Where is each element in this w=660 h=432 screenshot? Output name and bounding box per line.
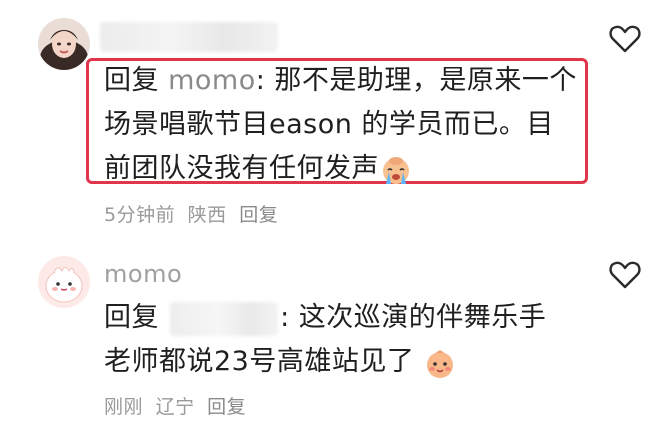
username-redacted [100,22,278,52]
comment-line: 老师都说23号高雄站见了 [104,346,415,377]
location: 陕西 [187,204,227,226]
reply-prefix: 回复 [104,65,159,96]
timestamp: 5分钟前 [104,204,176,226]
timestamp: 刚刚 [104,396,144,418]
smiling-face-emoji [427,350,454,378]
reply-prefix: 回复 [104,302,159,333]
reply-button[interactable]: 回复 [239,204,278,226]
heart-icon[interactable] [608,258,642,292]
reply-to-user[interactable]: momo [168,65,256,96]
avatar[interactable] [38,256,90,308]
heart-icon[interactable] [608,22,642,56]
comment-text: 回复 : 这次巡演的伴舞乐手 老师都说23号高雄站见了 [104,296,594,384]
location: 辽宁 [155,396,195,418]
comment-line: 场景唱歌节目eason 的学员而已。目 [104,109,554,140]
comment-meta: 刚刚 辽宁 回复 [104,392,252,419]
username[interactable]: momo [104,260,182,288]
avatar[interactable] [38,18,90,70]
comment-line: 前团队没我有任何发声 [104,153,379,184]
crying-face-emoji [383,156,409,184]
reply-to-user-redacted[interactable] [170,301,279,336]
reply-button[interactable]: 回复 [207,396,246,418]
comment-line: : 那不是助理，是原来一个 [255,65,577,96]
comment-line: : 这次巡演的伴舞乐手 [280,302,547,333]
comment-meta: 5分钟前 陕西 回复 [104,200,284,227]
comment-text: 回复 momo: 那不是助理，是原来一个 场景唱歌节目eason 的学员而已。目… [104,59,584,191]
